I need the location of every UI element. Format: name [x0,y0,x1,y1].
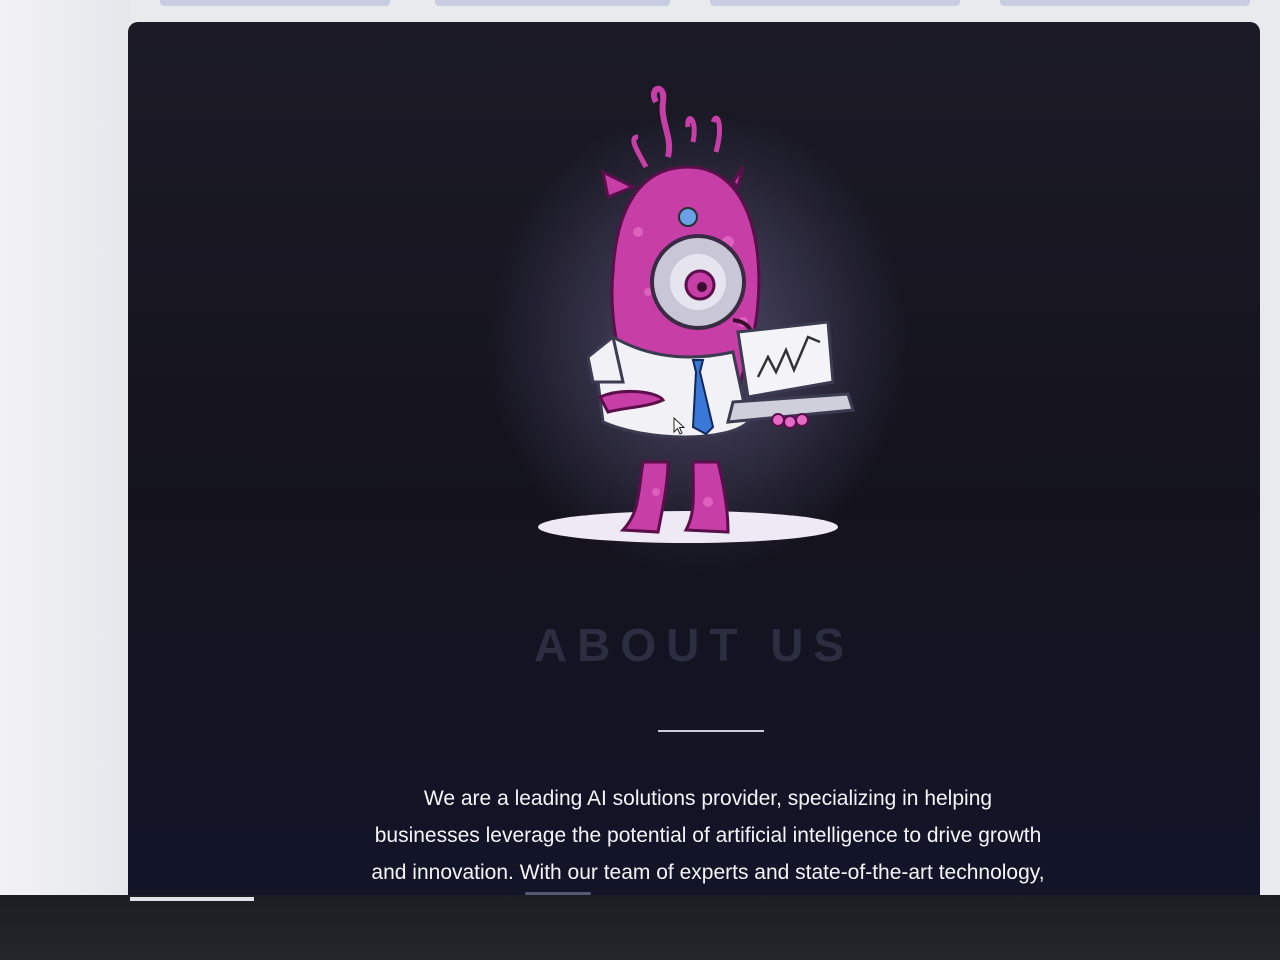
monster-with-laptop-illustration [538,85,855,543]
mouse-cursor-icon [673,417,685,435]
browser-tab[interactable] [1000,0,1250,6]
about-line: We are a leading AI solutions provider, … [423,787,993,810]
about-line: businesses leverage the potential of art… [374,824,1042,847]
about-line: and innovation. With our team of experts… [371,861,1045,884]
heading-divider [658,730,764,732]
hero-illustration [528,82,868,552]
browser-tab[interactable] [160,0,390,6]
desktop-margin [0,0,130,905]
taskbar-highlight [130,897,254,901]
about-heading: ABOUT US [533,619,855,671]
browser-tab[interactable] [435,0,670,6]
webpage-viewport: ABOUT US We are a leading AI solutions p… [128,22,1260,905]
about-paragraph: We are a leading AI solutions provider, … [328,780,1088,891]
browser-tab[interactable] [710,0,960,6]
monitor-bezel [0,895,1280,960]
